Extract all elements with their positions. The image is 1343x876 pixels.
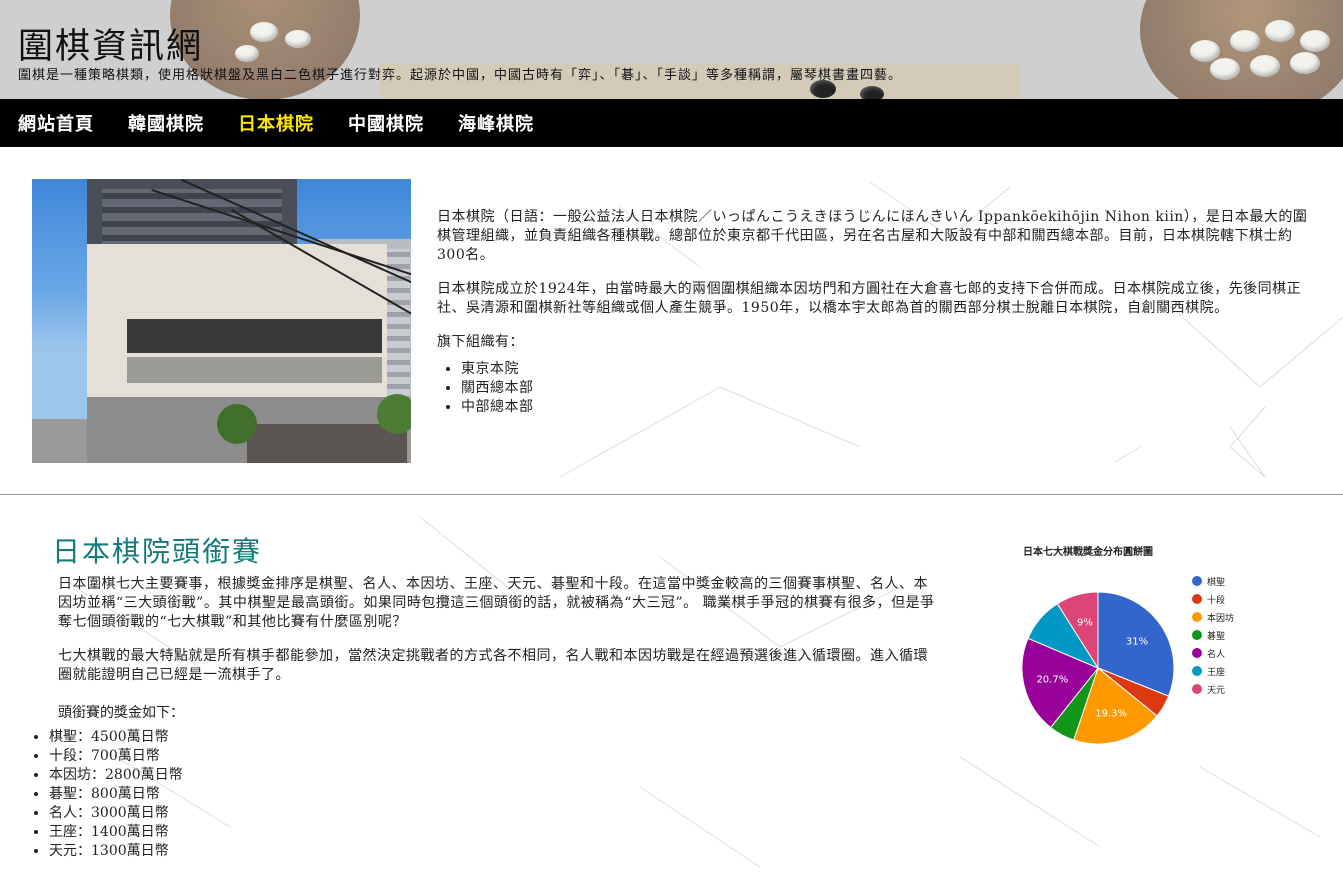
org-list-item: 東京本院 [461,360,1317,379]
site-description: 圍棋是一種策略棋類，使用格狀棋盤及黑白二色棋子進行對弈。起源於中國，中國古時有「… [18,68,903,83]
white-stone [1300,30,1330,52]
legend-swatch [1192,594,1202,604]
pie-slice-label: 20.7% [1036,675,1068,686]
legend-label: 天元 [1207,685,1226,696]
nav-item-home[interactable]: 網站首頁 [18,110,94,136]
prize-pie-chart: 日本七大棋戰獎金分布圓餅圖 31% 19.3% 20.7% 9% 棋聖 十段 本因坊 碁聖名… [1000,535,1300,765]
white-stone [235,45,259,62]
white-stone [1250,55,1280,77]
legend-label: 十段 [1207,595,1226,606]
intro-text: 日本棋院（日語：一般公益法人日本棋院／いっぱんこうえきほうじんにほんきいん Ip… [437,208,1317,417]
org-list-item: 中部總本部 [461,398,1317,417]
legend-item[interactable]: 名人 [1192,644,1234,662]
legend-item[interactable]: 十段 [1192,590,1234,608]
white-stone [250,22,278,42]
photo-stone-wall [247,424,407,463]
legend-label: 碁聖 [1207,631,1226,642]
pie-chart-svg: 31% 19.3% 20.7% 9% [1021,591,1175,745]
chart-legend: 棋聖十段本因坊碁聖名人王座天元 [1192,572,1234,698]
main-nav: 網站首頁 韓國棋院 日本棋院 中國棋院 海峰棋院 [0,99,1343,147]
white-stone [1190,40,1220,62]
white-stone [285,30,311,48]
section-paragraph-1: 日本圍棋七大主要賽事，根據獎金排序是棋聖、名人、本因坊、王座、天元、碁聖和十段。… [58,576,935,630]
legend-label: 王座 [1207,667,1226,678]
org-list: 東京本院 關西總本部 中部總本部 [437,360,1317,417]
legend-swatch [1192,684,1202,694]
photo-main-building-lower-windows [127,357,382,383]
photo-tree [217,404,257,444]
section-title: 日本棋院頭銜賽 [52,535,263,568]
photo-main-building-windows [127,319,382,353]
white-stone [1230,30,1260,52]
black-stone [860,86,884,99]
legend-swatch [1192,576,1202,586]
legend-item[interactable]: 王座 [1192,662,1234,680]
legend-swatch [1192,666,1202,676]
intro-paragraph-2: 日本棋院成立於1924年，由當時最大的兩個圍棋組織本因坊門和方圓社在大倉喜七郎的… [437,281,1302,316]
legend-label: 棋聖 [1207,577,1226,588]
prize-list-item: 棋聖：4500萬日幣 [49,728,183,747]
legend-swatch [1192,648,1202,658]
section-body: 日本圍棋七大主要賽事，根據獎金排序是棋聖、名人、本因坊、王座、天元、碁聖和十段。… [58,575,938,700]
legend-label: 名人 [1207,649,1226,660]
prize-list-label: 頭銜賽的獎金如下： [58,705,184,721]
photo-tree [377,394,411,434]
intro-paragraph-1: 日本棋院（日語：一般公益法人日本棋院／いっぱんこうえきほうじんにほんきいん Ip… [437,209,1308,263]
legend-item[interactable]: 碁聖 [1192,626,1234,644]
prize-list-item: 王座：1400萬日幣 [49,823,183,842]
legend-swatch [1192,630,1202,640]
nihon-kiin-building-photo [32,179,411,463]
prize-list-item: 碁聖：800萬日幣 [49,785,183,804]
site-header: 圍棋資訊網 圍棋是一種策略棋類，使用格狀棋盤及黑白二色棋子進行對弈。起源於中國，… [0,0,1343,99]
white-stone [1265,20,1295,42]
nav-item-china[interactable]: 中國棋院 [348,110,424,136]
prize-list-item: 本因坊：2800萬日幣 [49,766,183,785]
pie-slice-label: 9% [1077,618,1093,629]
pie-slice-label: 31% [1126,637,1148,648]
legend-label: 本因坊 [1207,613,1235,624]
prize-list-item: 名人：3000萬日幣 [49,804,183,823]
section-divider [0,494,1343,495]
legend-item[interactable]: 棋聖 [1192,572,1234,590]
site-title: 圍棋資訊網 [18,27,204,67]
legend-swatch [1192,612,1202,622]
white-stone [1290,52,1320,74]
section-paragraph-2: 七大棋戰的最大特點就是所有棋手都能參加，當然決定挑戰者的方式各不相同，名人戰和本… [58,648,928,683]
org-list-item: 關西總本部 [461,379,1317,398]
legend-item[interactable]: 天元 [1192,680,1234,698]
pie-slice-label: 19.3% [1095,708,1127,719]
nav-item-korea[interactable]: 韓國棋院 [128,110,204,136]
prize-list-item: 天元：1300萬日幣 [49,842,183,861]
nav-item-japan[interactable]: 日本棋院 [238,110,314,136]
white-stone [1210,58,1240,80]
org-list-label: 旗下組織有： [437,334,524,350]
prize-list: 棋聖：4500萬日幣 十段：700萬日幣 本因坊：2800萬日幣 碁聖：800萬… [30,728,183,861]
prize-list-item: 十段：700萬日幣 [49,747,183,766]
nav-item-haifeng[interactable]: 海峰棋院 [458,110,534,136]
legend-item[interactable]: 本因坊 [1192,608,1234,626]
